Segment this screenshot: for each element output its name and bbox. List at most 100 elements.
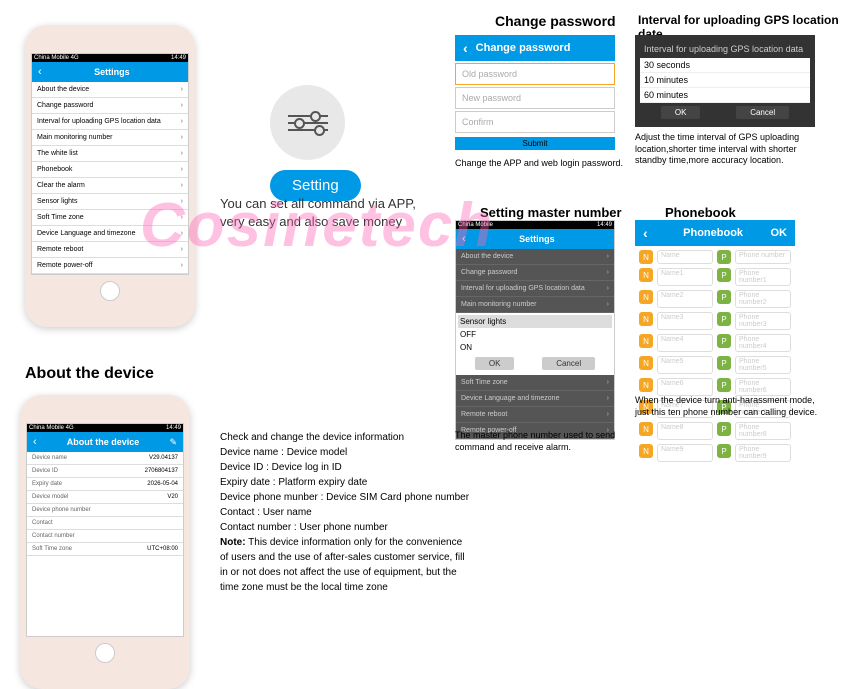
list-item[interactable]: Interval for uploading GPS location data… — [32, 114, 188, 130]
info-row: Device phone number — [27, 504, 183, 517]
phone-badge-icon: P — [717, 422, 731, 436]
name-badge-icon: N — [639, 250, 653, 264]
change-password-label: Change password — [495, 13, 616, 29]
phone-input[interactable]: Phone number9 — [735, 444, 791, 462]
list-item[interactable]: Device Language and timezone› — [456, 391, 614, 407]
phonebook-ok[interactable]: OK — [771, 227, 788, 239]
phonebook-row: N Name3 P Phone number3 — [637, 310, 793, 332]
interval-title: Interval for uploading GPS location data — [640, 40, 810, 58]
phonebook-row: NName2PPhone number2 — [637, 288, 793, 310]
info-row: Device ID2706804137 — [27, 465, 183, 478]
settings-phone-screen: China Mobile 4G 14:49 ‹ Settings About t… — [31, 53, 189, 275]
status-time: 14:49 — [171, 55, 186, 61]
list-item[interactable]: The white list› — [32, 146, 188, 162]
name-badge-icon: N — [639, 444, 653, 458]
about-line: Expiry date : Platform expiry date — [220, 475, 470, 490]
name-input[interactable]: Name8 — [657, 422, 713, 440]
list-item[interactable]: Soft Time zone› — [32, 210, 188, 226]
phone-input[interactable]: Phone number4 — [735, 334, 791, 352]
phone-badge-icon: P — [717, 268, 731, 282]
name-input[interactable]: Name5 — [657, 356, 713, 374]
interval-option[interactable]: 30 seconds — [640, 58, 810, 73]
phonebook-title: Phonebook — [656, 227, 771, 239]
name-badge-icon: N — [639, 290, 653, 304]
list-item[interactable]: Device Language and timezone› — [32, 226, 188, 242]
master-settings-title: Settings — [466, 234, 608, 244]
name-input[interactable]: Name2 — [657, 290, 713, 308]
master-caption: The master phone number used to send com… — [455, 430, 625, 453]
list-item[interactable]: Main monitoring number› — [32, 130, 188, 146]
status-bar: China Mobile 4G14:49 — [27, 424, 183, 432]
master-opt-off[interactable]: OFF — [458, 328, 612, 341]
list-item[interactable]: Change password› — [32, 98, 188, 114]
list-item[interactable]: Main monitoring number› — [456, 297, 614, 313]
name-input[interactable]: Name3 — [657, 312, 713, 330]
master-opt-on[interactable]: ON — [458, 341, 612, 354]
setting-icon-block: Setting — [270, 85, 361, 201]
back-icon[interactable]: ‹ — [643, 225, 648, 241]
list-item[interactable]: About the device› — [456, 249, 614, 265]
edit-icon[interactable]: ✎ — [169, 437, 177, 448]
name-badge-icon: N — [639, 334, 653, 348]
name-badge-icon: N — [639, 422, 653, 436]
old-password-input[interactable]: Old password — [455, 63, 615, 85]
interval-ok-button[interactable]: OK — [661, 106, 701, 119]
settings-header: ‹ Settings — [32, 62, 188, 82]
change-password-caption: Change the APP and web login password. — [455, 158, 630, 168]
list-item[interactable]: Sensor lights› — [32, 194, 188, 210]
name-badge-icon: N — [639, 378, 653, 392]
setting-desc: You can set all command via APP, very ea… — [220, 195, 440, 231]
list-item[interactable]: Clear the alarm› — [32, 178, 188, 194]
interval-option[interactable]: 10 minutes — [640, 73, 810, 88]
change-password-panel: ‹ Change password Old password New passw… — [455, 35, 615, 150]
phone-badge-icon: P — [717, 444, 731, 458]
info-row: Contact number — [27, 530, 183, 543]
interval-cancel-button[interactable]: Cancel — [736, 106, 789, 119]
phone-input[interactable]: Phone number2 — [735, 290, 791, 308]
back-icon[interactable]: ‹ — [463, 40, 468, 56]
phone-input[interactable]: Phone number1 — [735, 268, 791, 286]
phone-input[interactable]: Phone number6 — [735, 378, 791, 396]
status-carrier: China Mobile 4G — [34, 55, 79, 61]
master-ok-button[interactable]: OK — [475, 357, 515, 370]
about-line: Check and change the device information — [220, 430, 470, 445]
name-input[interactable]: Name6 — [657, 378, 713, 396]
phonebook-row: NName5PPhone number5 — [637, 354, 793, 376]
interval-caption: Adjust the time interval of GPS uploadin… — [635, 132, 820, 167]
phone-badge-icon: P — [717, 312, 731, 326]
phone-input[interactable]: Phone number5 — [735, 356, 791, 374]
name-input[interactable]: Name4 — [657, 334, 713, 352]
about-title: About the device — [37, 437, 170, 447]
master-cancel-button[interactable]: Cancel — [542, 357, 595, 370]
status-bar: China Mobile 4G 14:49 — [32, 54, 188, 62]
name-badge-icon: N — [639, 312, 653, 326]
phonebook-panel: ‹ Phonebook OK N Name P Phone number N Name1 P… — [635, 220, 795, 466]
list-item[interactable]: Interval for uploading GPS location data… — [456, 281, 614, 297]
list-item[interactable]: Soft Time zone› — [456, 375, 614, 391]
phone-input[interactable]: Phone number3 — [735, 312, 791, 330]
list-item[interactable]: Remote reboot› — [32, 242, 188, 258]
interval-option[interactable]: 60 minutes — [640, 88, 810, 103]
list-item[interactable]: About the device› — [32, 82, 188, 98]
submit-button[interactable]: Submit — [455, 137, 615, 150]
name-input[interactable]: Name9 — [657, 444, 713, 462]
list-item[interactable]: Phonebook› — [32, 162, 188, 178]
info-row: Soft Time zoneUTC+08:00 — [27, 543, 183, 556]
list-item[interactable]: Remote power-off› — [32, 258, 188, 274]
name-input[interactable]: Name1 — [657, 268, 713, 286]
master-label: Setting master number — [480, 205, 622, 220]
phone-input[interactable]: Phone number — [735, 250, 791, 264]
confirm-password-input[interactable]: Confirm — [455, 111, 615, 133]
settings-phone-frame: China Mobile 4G 14:49 ‹ Settings About t… — [25, 25, 195, 327]
home-button[interactable] — [95, 643, 115, 663]
home-button[interactable] — [100, 281, 120, 301]
name-input[interactable]: Name — [657, 250, 713, 264]
setting-desc-1: You can set all command via APP, — [220, 195, 440, 213]
new-password-input[interactable]: New password — [455, 87, 615, 109]
phonebook-row: NName1PPhone number1 — [637, 266, 793, 288]
phone-input[interactable]: Phone number8 — [735, 422, 791, 440]
list-item[interactable]: Remote reboot› — [456, 407, 614, 423]
phone-badge-icon: P — [717, 378, 731, 392]
phone-badge-icon: P — [717, 334, 731, 348]
list-item[interactable]: Change password› — [456, 265, 614, 281]
